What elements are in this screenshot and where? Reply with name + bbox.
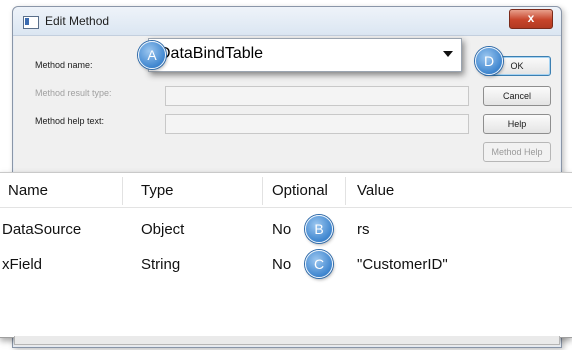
close-button[interactable]: x: [509, 9, 553, 29]
method-name-label: Method name:: [35, 60, 93, 70]
method-result-type-field: [165, 86, 469, 106]
marker-c: C: [305, 250, 333, 278]
param-name: xField: [2, 256, 43, 273]
param-value[interactable]: rs: [357, 221, 370, 238]
column-header-name[interactable]: Name: [8, 182, 48, 199]
column-header-optional[interactable]: Optional: [272, 182, 328, 199]
title-bar: Edit Method x: [13, 7, 561, 36]
column-separator[interactable]: [262, 177, 263, 205]
chevron-down-icon[interactable]: [443, 51, 453, 57]
method-help-button: Method Help: [483, 142, 551, 162]
grid-header: Name Type Optional Value: [0, 173, 572, 208]
column-separator[interactable]: [122, 177, 123, 205]
method-help-text-label: Method help text:: [35, 116, 105, 126]
window-title: Edit Method: [45, 14, 110, 28]
cancel-button[interactable]: Cancel: [483, 86, 551, 106]
param-type: String: [141, 256, 181, 273]
param-name: DataSource: [2, 221, 82, 238]
parameters-grid: Name Type Optional Value DataSource Obje…: [0, 172, 572, 338]
window-icon: [23, 16, 39, 29]
method-result-type-label: Method result type:: [35, 88, 112, 98]
method-help-text-field[interactable]: [165, 114, 469, 134]
param-optional: No: [272, 256, 292, 273]
param-type: Object: [141, 221, 185, 238]
method-name-value: DataBindTable: [159, 45, 264, 62]
help-button[interactable]: Help: [483, 114, 551, 134]
marker-a: A: [138, 41, 166, 69]
param-value[interactable]: "CustomerID": [357, 256, 448, 273]
marker-b: B: [305, 215, 333, 243]
column-header-value[interactable]: Value: [357, 182, 394, 199]
marker-d: D: [475, 47, 503, 75]
param-optional: No: [272, 221, 292, 238]
dialog-bottom-edge: [14, 336, 560, 345]
method-name-combobox[interactable]: DataBindTable: [148, 38, 462, 72]
column-header-type[interactable]: Type: [141, 182, 174, 199]
column-separator[interactable]: [345, 177, 346, 205]
